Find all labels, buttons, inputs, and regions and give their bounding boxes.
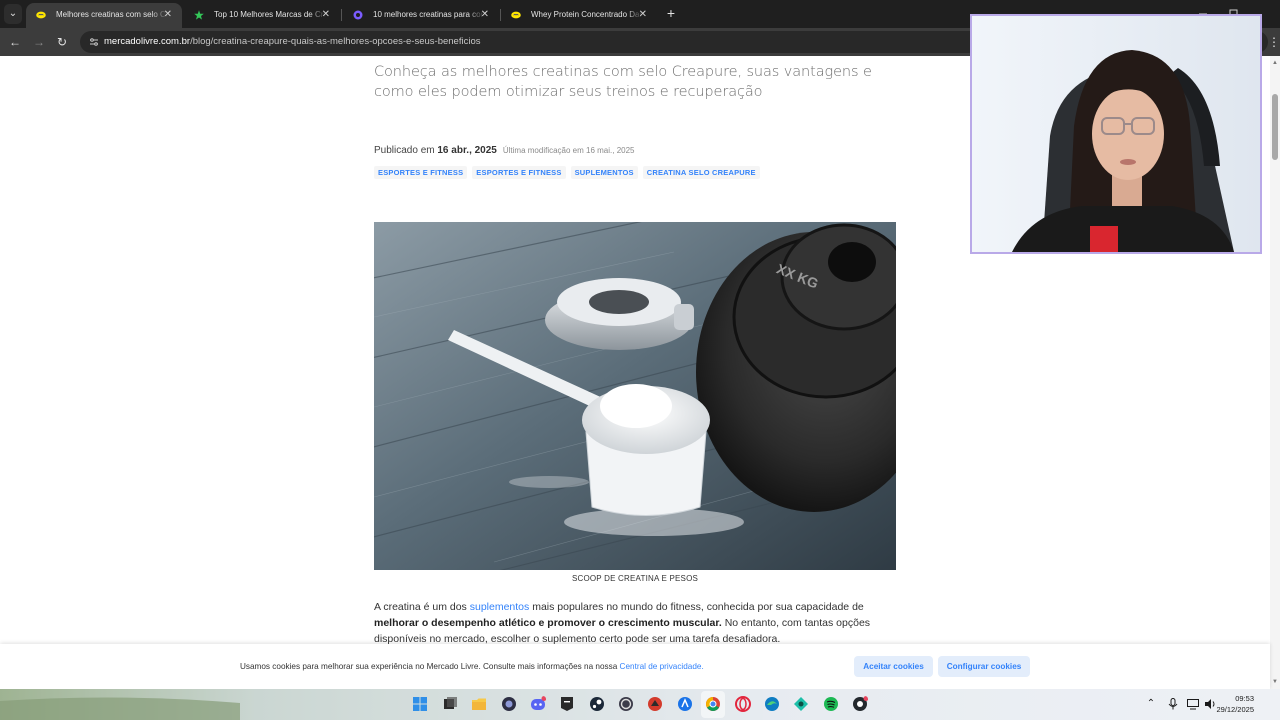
para-text: A creatina é um dos bbox=[374, 601, 470, 613]
tab-top-10-marcas[interactable]: Top 10 Melhores Marcas de Cre ✕ bbox=[184, 3, 340, 28]
published-date: 16 abr., 2025 bbox=[437, 145, 497, 156]
para-bold-text: melhorar o desempenho atlético e promove… bbox=[374, 617, 722, 629]
volume-icon[interactable] bbox=[1203, 697, 1217, 711]
article-paragraph: A creatina é um dos suplementos mais pop… bbox=[374, 599, 896, 647]
teal-app-icon[interactable] bbox=[793, 696, 809, 712]
opera-icon[interactable] bbox=[735, 696, 751, 712]
tab-close-icon[interactable]: ✕ bbox=[639, 3, 647, 26]
tag-suplementos[interactable]: SUPLEMENTOS bbox=[570, 166, 638, 179]
edge-icon[interactable] bbox=[764, 696, 780, 712]
creatine-scoop-weights-photo: XX KG bbox=[374, 222, 896, 570]
tab-title: Top 10 Melhores Marcas de Cre bbox=[214, 10, 326, 19]
file-explorer-icon[interactable] bbox=[471, 696, 487, 712]
tab-close-icon[interactable]: ✕ bbox=[481, 3, 489, 26]
configure-cookies-button[interactable]: Configurar cookies bbox=[938, 656, 1030, 677]
microphone-icon[interactable] bbox=[1166, 697, 1180, 711]
screen: ⌄ Melhores creatinas com selo Cr ✕ Top 1… bbox=[0, 0, 1280, 720]
tab-close-icon[interactable]: ✕ bbox=[322, 3, 330, 26]
epic-games-icon[interactable] bbox=[559, 696, 575, 712]
site-info-icon[interactable] bbox=[88, 36, 100, 48]
url-host: mercadolivre.com.br bbox=[104, 36, 191, 47]
obs-icon[interactable] bbox=[618, 696, 634, 712]
tag-creatina-selo-creapure[interactable]: CREATINA SELO CREAPURE bbox=[642, 166, 760, 179]
publish-info: Publicado em 16 abr., 2025 Última modific… bbox=[374, 140, 894, 156]
mercadolivre-favicon-icon bbox=[36, 11, 46, 19]
spotify-icon[interactable] bbox=[823, 696, 839, 712]
modified-date: Última modificação em 16 mai., 2025 bbox=[502, 146, 635, 155]
circle-favicon-icon bbox=[353, 10, 363, 20]
back-arrow-icon[interactable]: ← bbox=[7, 34, 23, 50]
reload-icon[interactable]: ↻ bbox=[54, 34, 70, 50]
cookie-message: Usamos cookies para melhorar sua experiê… bbox=[240, 644, 704, 689]
scrollbar-thumb[interactable] bbox=[1272, 94, 1278, 160]
tab-separator bbox=[341, 9, 342, 21]
article-image: XX KG bbox=[374, 222, 896, 570]
cookie-consent-bar: Usamos cookies para melhorar sua experiê… bbox=[0, 644, 1270, 689]
app-circle-icon[interactable] bbox=[501, 696, 517, 712]
task-view-icon[interactable] bbox=[442, 696, 458, 712]
published-label: Publicado em 16 abr., 2025 bbox=[374, 145, 497, 156]
clock-time: 09:53 bbox=[1235, 694, 1254, 703]
red-app-icon[interactable] bbox=[647, 696, 663, 712]
webcam-overlay bbox=[970, 14, 1262, 254]
taskbar-wallpaper bbox=[0, 689, 1280, 720]
chrome-icon[interactable] bbox=[705, 696, 721, 712]
taskbar-clock[interactable]: 09:53 29/12/2025 bbox=[1216, 693, 1254, 715]
url-path: /blog/creatina-creapure-quais-as-melhore… bbox=[190, 36, 481, 47]
page-scrollbar[interactable]: ▲ ▼ bbox=[1270, 56, 1280, 689]
tag-esportes-fitness[interactable]: ESPORTES E FITNESS bbox=[374, 166, 468, 179]
tag-esportes-fitness[interactable]: ESPORTES E FITNESS bbox=[472, 166, 566, 179]
scroll-down-arrow-icon[interactable]: ▼ bbox=[1271, 678, 1279, 686]
tab-10-melhores-creatinas[interactable]: 10 melhores creatinas para con ✕ bbox=[343, 3, 499, 28]
more-menu-icon[interactable]: ⋮ bbox=[1268, 34, 1280, 50]
tab-title: Melhores creatinas com selo Cr bbox=[56, 10, 168, 19]
accept-cookies-button[interactable]: Aceitar cookies bbox=[854, 656, 933, 677]
tab-whey-protein[interactable]: Whey Protein Concentrado Dar ✕ bbox=[501, 3, 657, 28]
github-icon[interactable] bbox=[852, 696, 868, 712]
para-text: mais populares no mundo do fitness, conh… bbox=[529, 601, 864, 613]
tab-title: Whey Protein Concentrado Dar bbox=[531, 10, 643, 19]
suplementos-link[interactable]: suplementos bbox=[470, 601, 530, 613]
tag-list: ESPORTES E FITNESS ESPORTES E FITNESS SUPL… bbox=[374, 162, 765, 179]
privacy-center-link[interactable]: Central de privacidade. bbox=[620, 662, 704, 671]
clock-date: 29/12/2025 bbox=[1216, 705, 1254, 714]
network-icon[interactable] bbox=[1186, 697, 1200, 711]
forward-arrow-icon[interactable]: → bbox=[31, 34, 47, 50]
image-caption: SCOOP DE CREATINA E PESOS bbox=[571, 574, 699, 583]
windows-start-icon[interactable] bbox=[412, 696, 428, 712]
scroll-up-arrow-icon[interactable]: ▲ bbox=[1271, 59, 1279, 67]
published-prefix: Publicado em bbox=[374, 145, 435, 156]
blue-app-icon[interactable] bbox=[677, 696, 693, 712]
tab-search-button[interactable]: ⌄ bbox=[4, 4, 22, 24]
mercadolivre-favicon-icon bbox=[511, 11, 521, 19]
new-tab-button[interactable]: + bbox=[664, 4, 678, 24]
webcam-person-image bbox=[972, 16, 1260, 252]
tab-title: 10 melhores creatinas para con bbox=[373, 10, 485, 19]
windows-taskbar: ⌃ 09:53 29/12/2025 bbox=[0, 689, 1280, 720]
tab-melhores-creatinas[interactable]: Melhores creatinas com selo Cr ✕ bbox=[26, 3, 182, 28]
cookie-text: Usamos cookies para melhorar sua experiê… bbox=[240, 662, 620, 671]
star-favicon-icon bbox=[194, 10, 204, 20]
article-subtitle: Conheça as melhores creatinas com selo C… bbox=[374, 64, 872, 100]
steam-icon[interactable] bbox=[589, 696, 605, 712]
show-hidden-icons-icon[interactable]: ⌃ bbox=[1144, 697, 1158, 711]
url-text: mercadolivre.com.br/blog/creatina-creapu… bbox=[104, 31, 480, 53]
discord-icon[interactable] bbox=[530, 696, 546, 712]
tab-close-icon[interactable]: ✕ bbox=[164, 3, 172, 26]
